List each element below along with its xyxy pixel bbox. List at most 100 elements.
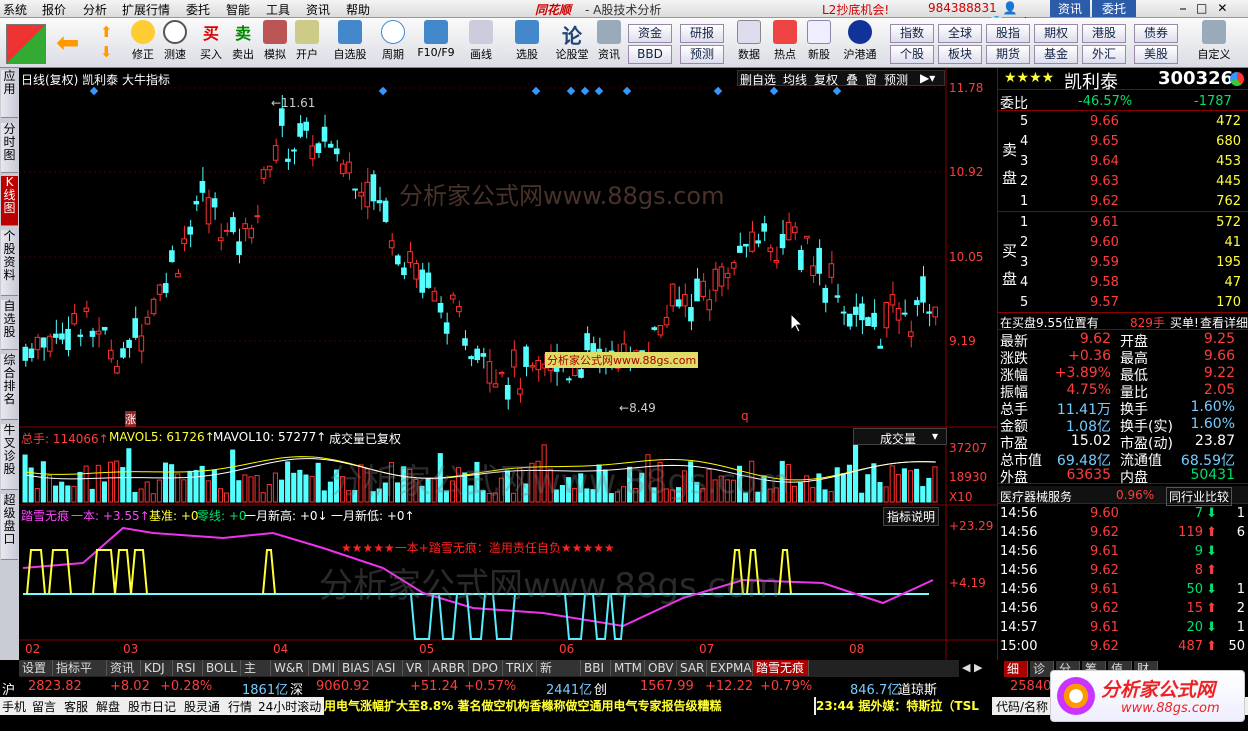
dj-index[interactable]: 25840 <box>1010 679 1051 694</box>
indicator-tab[interactable]: 踏雪无痕 <box>753 660 809 676</box>
chart-btn-window[interactable]: 窗 <box>865 71 877 88</box>
leftnav-timeshare[interactable]: 分时图 <box>1 123 18 173</box>
indicator-tab[interactable]: EXPMA <box>707 660 753 676</box>
chart-btn-overlay[interactable]: 叠 <box>846 71 858 88</box>
tb-f10[interactable]: F10/F9 <box>416 20 456 59</box>
btn-stock[interactable]: 个股 <box>890 45 934 64</box>
menu-quote[interactable]: 报价 <box>42 1 66 18</box>
book-row[interactable]: 5 9.66 472 <box>998 112 1248 132</box>
tb-buy[interactable]: 买买入 <box>196 20 226 62</box>
btn-hkstock[interactable]: 港股 <box>1082 24 1126 43</box>
indicator-tab[interactable]: 指标平台 <box>53 660 107 691</box>
btn-forecast[interactable]: 预测 <box>680 45 724 64</box>
indicator-tab[interactable]: ASI <box>373 660 403 676</box>
tb-watchlist[interactable]: 自选股 <box>330 20 370 62</box>
menu-smart[interactable]: 智能 <box>226 1 250 18</box>
leftnav-apps[interactable]: 应用 <box>1 70 18 118</box>
menu-tools[interactable]: 工具 <box>266 1 290 18</box>
ticker-service[interactable]: 客服 <box>64 698 88 715</box>
btn-futures[interactable]: 期货 <box>986 45 1030 64</box>
industry-name[interactable]: 医疗器械服务 <box>1000 488 1072 505</box>
tb-hot[interactable]: 热点 <box>770 20 800 62</box>
tb-correct[interactable]: 修正 <box>128 20 158 62</box>
menu-help[interactable]: 帮助 <box>346 1 370 18</box>
indicator-tab[interactable]: 主力 <box>241 660 271 691</box>
btn-funds[interactable]: 基金 <box>1034 45 1078 64</box>
menu-system[interactable]: 系统 <box>3 1 27 18</box>
btn-options[interactable]: 期权 <box>1034 24 1078 43</box>
ticker-diary[interactable]: 股市日记 <box>128 698 176 715</box>
chart-btn-ma[interactable]: 均线 <box>783 71 807 88</box>
indicator-tab[interactable]: 新DMA <box>537 660 581 691</box>
up-down-arrow-icon[interactable]: ⬆ ⬇ <box>100 22 113 62</box>
tb-data[interactable]: 数据 <box>734 20 764 62</box>
book-row[interactable]: 3 9.59 195 <box>998 253 1248 273</box>
layout-icon[interactable] <box>6 24 46 64</box>
btn-index[interactable]: 指数 <box>890 24 934 43</box>
ticker-message[interactable]: 留言 <box>32 698 56 715</box>
leftnav-superpanel[interactable]: 超级盘口 <box>1 494 18 560</box>
book-row[interactable]: 4 9.65 680 <box>998 132 1248 152</box>
indicator-tab[interactable]: BIAS <box>339 660 373 676</box>
tb-hk[interactable]: 沪港通 <box>840 20 880 62</box>
tb-sell[interactable]: 卖卖出 <box>228 20 258 62</box>
chart-area[interactable]: 日线(复权) 凯利泰 大牛指标 删自选 均线 复权 叠 窗 预测 ▶▾ 11.7… <box>19 68 997 660</box>
window-controls[interactable]: ⎯□✕ <box>1180 1 1237 16</box>
indicator-tab[interactable]: TRIX <box>503 660 537 676</box>
indicator-tab[interactable]: 设置 <box>19 660 53 676</box>
promo-link[interactable]: L2抄底机会! <box>822 1 889 18</box>
cy-index[interactable]: 1567.99 <box>640 679 694 694</box>
tb-open[interactable]: 开户 <box>292 20 322 62</box>
ticker-phone[interactable]: 手机 <box>2 698 26 715</box>
indicator-tab[interactable]: KDJ <box>141 660 173 676</box>
tb-pick[interactable]: 选股 <box>512 20 542 62</box>
chart-btn-remove[interactable]: 删自选 <box>740 71 776 88</box>
indicator-tab[interactable]: DMI <box>309 660 339 676</box>
info-button[interactable]: 资讯 <box>1050 0 1090 17</box>
btn-usstock[interactable]: 美股 <box>1134 45 1178 64</box>
btn-sector[interactable]: 板块 <box>938 45 982 64</box>
tb-draw[interactable]: 画线 <box>466 20 496 62</box>
btn-global[interactable]: 全球 <box>938 24 982 43</box>
ticker-rolling[interactable]: 24小时滚动 <box>258 698 321 715</box>
indicator-explain-button[interactable]: 指标说明 <box>883 507 940 526</box>
back-arrow-icon[interactable]: ⬅ <box>56 28 86 58</box>
book-row[interactable]: 3 9.64 453 <box>998 152 1248 172</box>
ticker-quote[interactable]: 行情 <box>228 698 252 715</box>
book-row[interactable]: 1 9.61 572 <box>998 213 1248 233</box>
indicator-tab[interactable]: BOLL <box>203 660 241 676</box>
btn-bonds[interactable]: 债券 <box>1134 24 1178 43</box>
ticker-analysis[interactable]: 解盘 <box>96 698 120 715</box>
leftnav-watchlist[interactable]: 自选股 <box>1 300 18 350</box>
indicator-tab[interactable]: RSI <box>173 660 203 676</box>
indicator-tab[interactable]: VR <box>403 660 429 676</box>
sh-index[interactable]: 2823.82 <box>28 679 82 694</box>
chart-menu-icon[interactable]: ▶▾ <box>920 71 935 85</box>
indicator-tab[interactable]: MTM <box>611 660 645 676</box>
btn-bbd[interactable]: BBD <box>628 45 672 64</box>
btn-capital[interactable]: 资金 <box>628 24 672 43</box>
tb-custom[interactable]: 自定义 <box>1192 20 1236 62</box>
leftnav-ranking[interactable]: 综合排名 <box>1 354 18 420</box>
book-row[interactable]: 4 9.58 47 <box>998 273 1248 293</box>
trade-button[interactable]: 委托 <box>1092 0 1136 17</box>
tab-scroll-arrows[interactable]: ◀ ▶ <box>962 661 998 676</box>
tb-ipo[interactable]: 新股 <box>804 20 834 62</box>
menu-analysis[interactable]: 分析 <box>83 1 107 18</box>
tb-speed[interactable]: 测速 <box>160 20 190 62</box>
tb-sim[interactable]: 模拟 <box>260 20 290 62</box>
book-row[interactable]: 1 9.62 762 <box>998 192 1248 212</box>
indicator-tab[interactable]: BBI <box>581 660 611 676</box>
book-row[interactable]: 2 9.60 41 <box>998 233 1248 253</box>
menu-extended[interactable]: 扩展行情 <box>122 1 170 18</box>
sz-index[interactable]: 9060.92 <box>316 679 370 694</box>
chart-btn-adjust[interactable]: 复权 <box>814 71 838 88</box>
tb-forum[interactable]: 论论股堂 <box>552 20 592 62</box>
book-row[interactable]: 2 9.63 445 <box>998 172 1248 192</box>
tick-tab[interactable]: 细 <box>1004 661 1028 677</box>
ticker-gulingtong[interactable]: 股灵通 <box>184 698 220 715</box>
indicator-tab[interactable]: DPO <box>469 660 503 676</box>
volume-selector[interactable]: 成交量 ▾ <box>853 428 947 446</box>
book-row[interactable]: 5 9.57 170 <box>998 293 1248 313</box>
indicator-tab[interactable]: OBV <box>645 660 677 676</box>
